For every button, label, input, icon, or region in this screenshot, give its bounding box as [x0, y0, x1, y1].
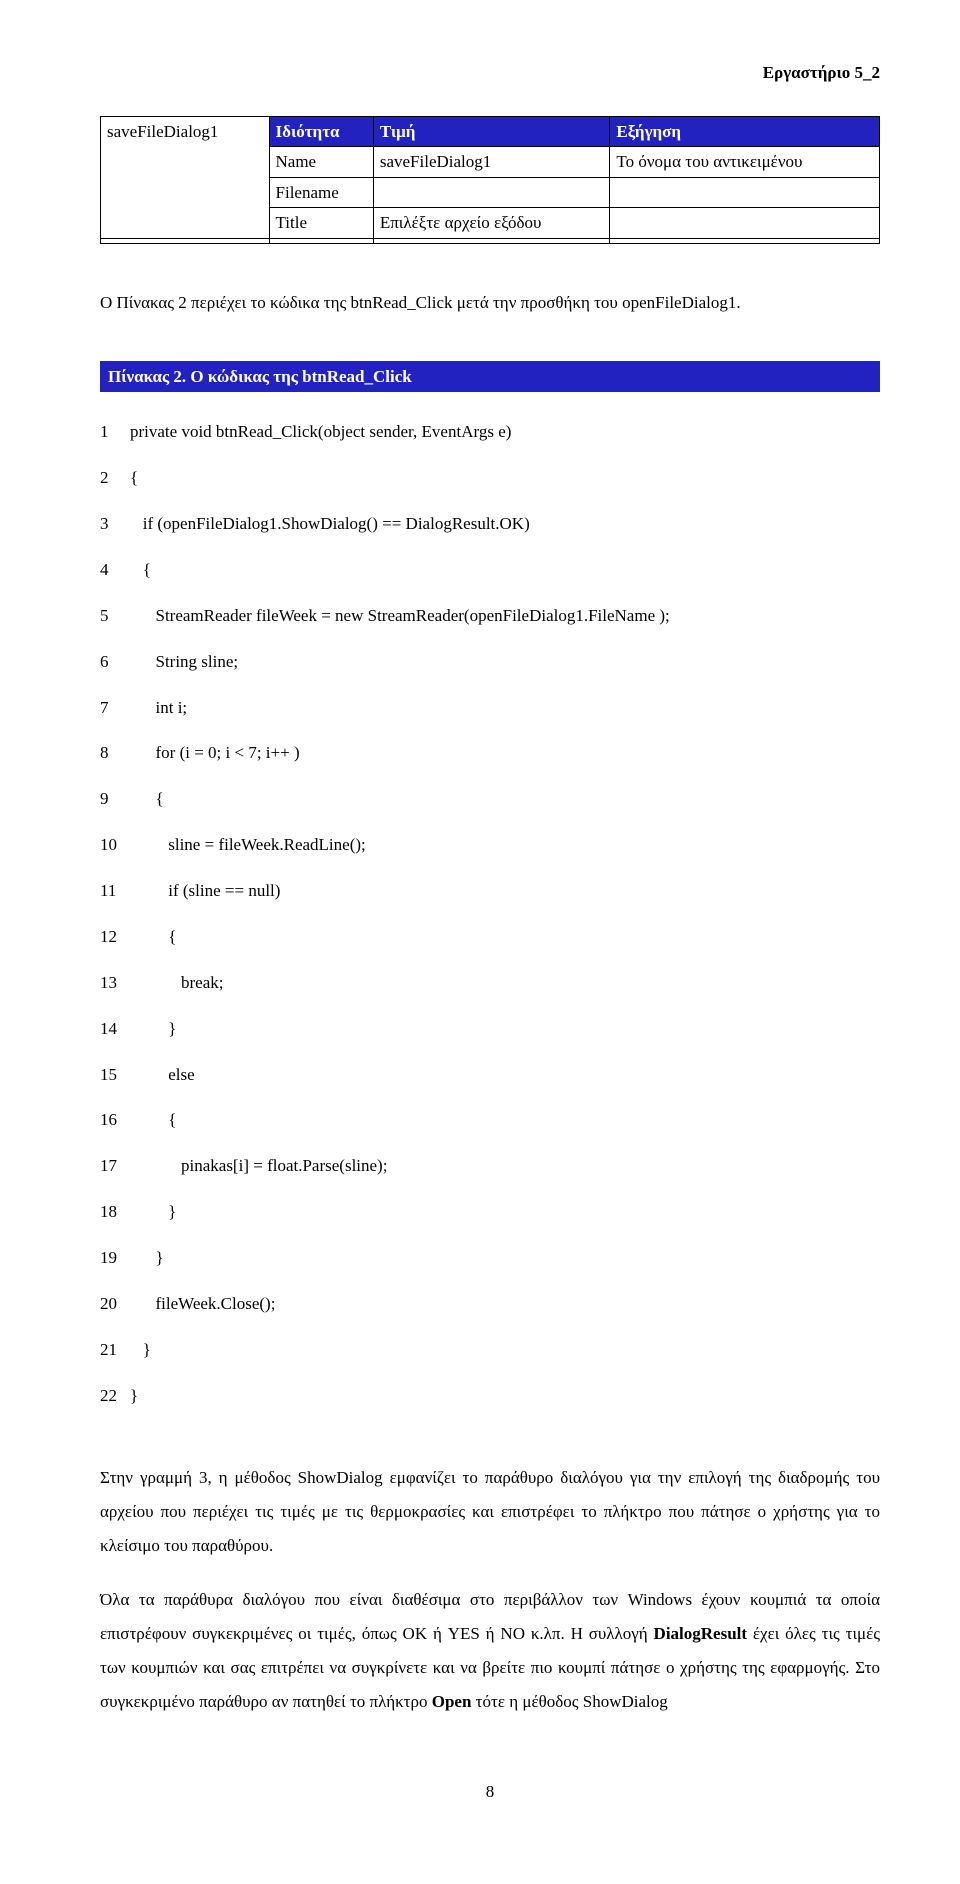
line-number: 4: [100, 559, 130, 582]
cell-desc: [610, 177, 880, 208]
line-number: 14: [100, 1018, 130, 1041]
code-listing: 1private void btnRead_Click(object sende…: [100, 398, 880, 1430]
cell-value: [373, 177, 610, 208]
code-text: }: [130, 1018, 880, 1041]
line-number: 22: [100, 1385, 130, 1408]
cell-desc: Το όνομα του αντικειμένου: [610, 147, 880, 178]
line-number: 19: [100, 1247, 130, 1270]
col-header: Ιδιότητα: [269, 116, 373, 147]
line-number: 17: [100, 1155, 130, 1178]
body-paragraph-2: Όλα τα παράθυρα διαλόγου που είναι διαθέ…: [100, 1583, 880, 1719]
code-text: fileWeek.Close();: [130, 1293, 880, 1316]
line-number: 8: [100, 742, 130, 765]
properties-table: saveFileDialog1 Ιδιότητα Τιμή Εξήγηση Na…: [100, 116, 880, 244]
line-number: 16: [100, 1109, 130, 1132]
line-number: 18: [100, 1201, 130, 1224]
line-number: 7: [100, 697, 130, 720]
line-number: 11: [100, 880, 130, 903]
code-text: }: [130, 1385, 880, 1408]
code-text: else: [130, 1064, 880, 1087]
code-text: }: [130, 1247, 880, 1270]
code-text: pinakas[i] = float.Parse(sline);: [130, 1155, 880, 1178]
line-number: 5: [100, 605, 130, 628]
code-text: {: [130, 1109, 880, 1132]
code-text: StreamReader fileWeek = new StreamReader…: [130, 605, 880, 628]
code-text: sline = fileWeek.ReadLine();: [130, 834, 880, 857]
line-number: 13: [100, 972, 130, 995]
empty-cell: [373, 238, 610, 243]
code-text: break;: [130, 972, 880, 995]
page-number: 8: [100, 1779, 880, 1805]
page-header: Εργαστήριο 5_2: [100, 60, 880, 86]
code-table-title: Πίνακας 2. Ο κώδικας της btnRead_Click: [100, 361, 880, 393]
cell-value: Επιλέξτε αρχείο εξόδου: [373, 208, 610, 239]
body-paragraph-1: Στην γραμμή 3, η μέθοδος ShowDialog εμφα…: [100, 1461, 880, 1563]
line-number: 20: [100, 1293, 130, 1316]
intro-paragraph: Ο Πίνακας 2 περιέχει το κώδικα της btnRe…: [100, 284, 880, 321]
code-text: }: [130, 1201, 880, 1224]
code-text: for (i = 0; i < 7; i++ ): [130, 742, 880, 765]
cell-property: Title: [269, 208, 373, 239]
code-text: {: [130, 559, 880, 582]
para-text: τότε η μέθοδος ShowDialog: [471, 1692, 667, 1711]
line-number: 3: [100, 513, 130, 536]
code-text: String sline;: [130, 651, 880, 674]
line-number: 21: [100, 1339, 130, 1362]
bold-term: DialogResult: [654, 1624, 748, 1643]
object-name-cell: saveFileDialog1: [101, 116, 270, 238]
code-text: if (openFileDialog1.ShowDialog() == Dial…: [130, 513, 880, 536]
code-text: if (sline == null): [130, 880, 880, 903]
line-number: 15: [100, 1064, 130, 1087]
line-number: 9: [100, 788, 130, 811]
code-text: }: [130, 1339, 880, 1362]
cell-value: saveFileDialog1: [373, 147, 610, 178]
line-number: 1: [100, 421, 130, 444]
cell-desc: [610, 208, 880, 239]
empty-cell: [610, 238, 880, 243]
empty-cell: [269, 238, 373, 243]
col-header: Εξήγηση: [610, 116, 880, 147]
bold-term: Open: [432, 1692, 472, 1711]
empty-cell: [101, 238, 270, 243]
line-number: 6: [100, 651, 130, 674]
line-number: 12: [100, 926, 130, 949]
cell-property: Name: [269, 147, 373, 178]
code-text: private void btnRead_Click(object sender…: [130, 421, 880, 444]
table-row: saveFileDialog1 Ιδιότητα Τιμή Εξήγηση: [101, 116, 880, 147]
cell-property: Filename: [269, 177, 373, 208]
code-text: int i;: [130, 697, 880, 720]
code-text: {: [130, 926, 880, 949]
line-number: 10: [100, 834, 130, 857]
col-header: Τιμή: [373, 116, 610, 147]
code-text: {: [130, 788, 880, 811]
table-row: [101, 238, 880, 243]
code-text: {: [130, 467, 880, 490]
line-number: 2: [100, 467, 130, 490]
